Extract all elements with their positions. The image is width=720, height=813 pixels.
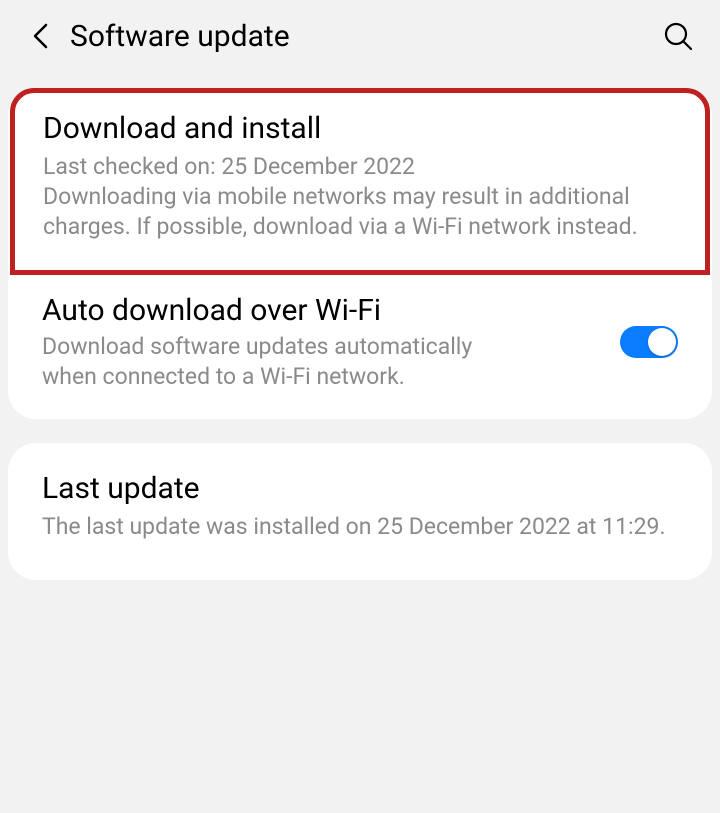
header: Software update: [0, 0, 720, 72]
page-title: Software update: [70, 19, 660, 54]
back-button[interactable]: [24, 20, 56, 52]
auto-download-title: Auto download over Wi-Fi: [42, 293, 600, 328]
search-icon: [663, 21, 693, 51]
settings-group-1: Download and install Last checked on: 25…: [8, 88, 712, 419]
settings-group-2[interactable]: Last update The last update was installe…: [8, 443, 712, 580]
auto-download-desc: Download software updates automatically …: [42, 332, 522, 392]
last-update-desc: The last update was installed on 25 Dece…: [42, 512, 678, 542]
chevron-left-icon: [31, 22, 49, 50]
last-update-title: Last update: [42, 471, 678, 506]
download-install-last-checked: Last checked on: 25 December 2022: [43, 152, 677, 182]
download-install-title: Download and install: [43, 111, 677, 146]
download-install-warning: Downloading via mobile networks may resu…: [43, 182, 677, 242]
search-button[interactable]: [660, 18, 696, 54]
auto-download-toggle[interactable]: [620, 326, 678, 358]
auto-download-item[interactable]: Auto download over Wi-Fi Download softwa…: [8, 275, 712, 420]
toggle-thumb: [648, 328, 676, 356]
download-install-item[interactable]: Download and install Last checked on: 25…: [10, 88, 710, 275]
